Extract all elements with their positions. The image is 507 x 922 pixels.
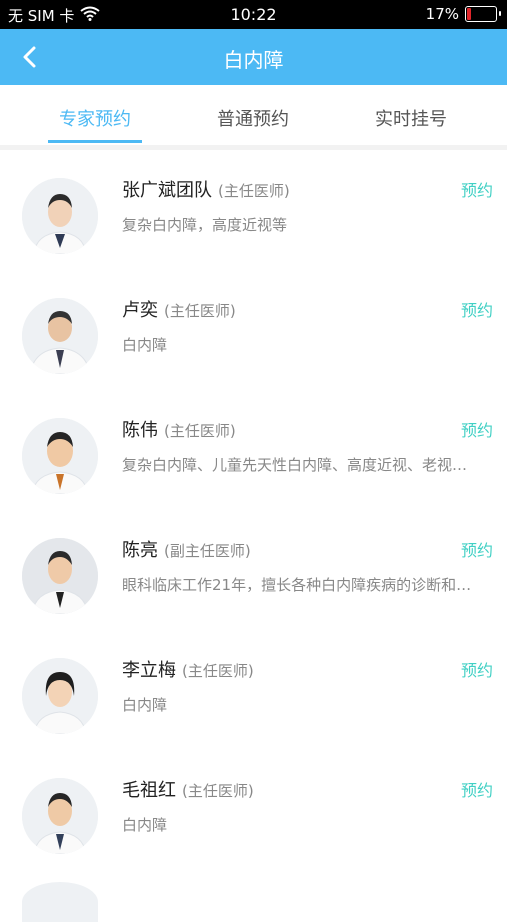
doctor-name: 陈亮 (副主任医师) <box>122 540 251 561</box>
doctor-specialty: 复杂白内障，高度近视等 <box>122 216 288 234</box>
doctor-specialty: 眼科临床工作21年，擅长各种白内障疾病的诊断和… <box>122 576 472 594</box>
doctor-title: (主任医师) <box>218 182 290 200</box>
doctor-title: (主任医师) <box>182 782 254 800</box>
doctor-specialty: 复杂白内障、儿童先天性白内障、高度近视、老视… <box>122 456 468 474</box>
doctor-item[interactable]: 张广斌团队 (主任医师) 复杂白内障，高度近视等 预约 <box>0 150 507 270</box>
book-button[interactable]: 预约 <box>461 297 493 321</box>
doctor-specialty: 白内障 <box>122 336 168 354</box>
doctor-title: (副主任医师) <box>164 542 251 560</box>
doctor-avatar-partial <box>22 882 98 922</box>
doctor-item[interactable]: 卢奕 (主任医师) 白内障 预约 <box>0 270 507 390</box>
doctor-item[interactable]: 李立梅 (主任医师) 白内障 预约 <box>0 630 507 750</box>
doctor-item[interactable]: 毛祖红 (主任医师) 白内障 预约 <box>0 750 507 870</box>
doctor-avatar <box>22 778 98 854</box>
status-bar: 无 SIM 卡 10:22 17% <box>0 0 507 29</box>
tab-regular[interactable]: 普通预约 <box>188 105 318 131</box>
book-button[interactable]: 预约 <box>461 417 493 441</box>
book-button[interactable]: 预约 <box>461 777 493 801</box>
doctor-item[interactable]: 陈伟 (主任医师) 复杂白内障、儿童先天性白内障、高度近视、老视… 预约 <box>0 390 507 510</box>
tab-bar: 专家预约 普通预约 实时挂号 <box>0 85 507 150</box>
status-right: 17% <box>425 5 501 23</box>
book-button[interactable]: 预约 <box>461 177 493 201</box>
doctor-specialty: 白内障 <box>122 696 168 714</box>
doctor-title: (主任医师) <box>182 662 254 680</box>
doctor-avatar <box>22 178 98 254</box>
page-title: 白内障 <box>223 48 284 72</box>
book-button[interactable]: 预约 <box>461 657 493 681</box>
tab-expert[interactable]: 专家预约 <box>30 105 160 131</box>
doctor-name: 卢奕 (主任医师) <box>122 300 236 321</box>
doctor-avatar <box>22 298 98 374</box>
doctor-name: 李立梅 (主任医师) <box>122 660 254 681</box>
doctor-item[interactable]: 陈亮 (副主任医师) 眼科临床工作21年，擅长各种白内障疾病的诊断和… 预约 <box>0 510 507 630</box>
doctor-name: 毛祖红 (主任医师) <box>122 780 254 801</box>
book-button[interactable]: 预约 <box>461 537 493 561</box>
doctor-avatar <box>22 418 98 494</box>
doctor-name: 张广斌团队 (主任医师) <box>122 180 290 201</box>
doctor-avatar <box>22 658 98 734</box>
nav-bar: 白内障 <box>0 29 507 85</box>
doctor-avatar <box>22 538 98 614</box>
active-tab-indicator <box>48 140 142 143</box>
doctor-title: (主任医师) <box>164 422 236 440</box>
doctor-name: 陈伟 (主任医师) <box>122 420 236 441</box>
battery-percent: 17% <box>425 5 459 23</box>
tab-realtime[interactable]: 实时挂号 <box>346 105 476 131</box>
doctor-title: (主任医师) <box>164 302 236 320</box>
doctor-specialty: 白内障 <box>122 816 168 834</box>
battery-icon <box>465 6 501 22</box>
